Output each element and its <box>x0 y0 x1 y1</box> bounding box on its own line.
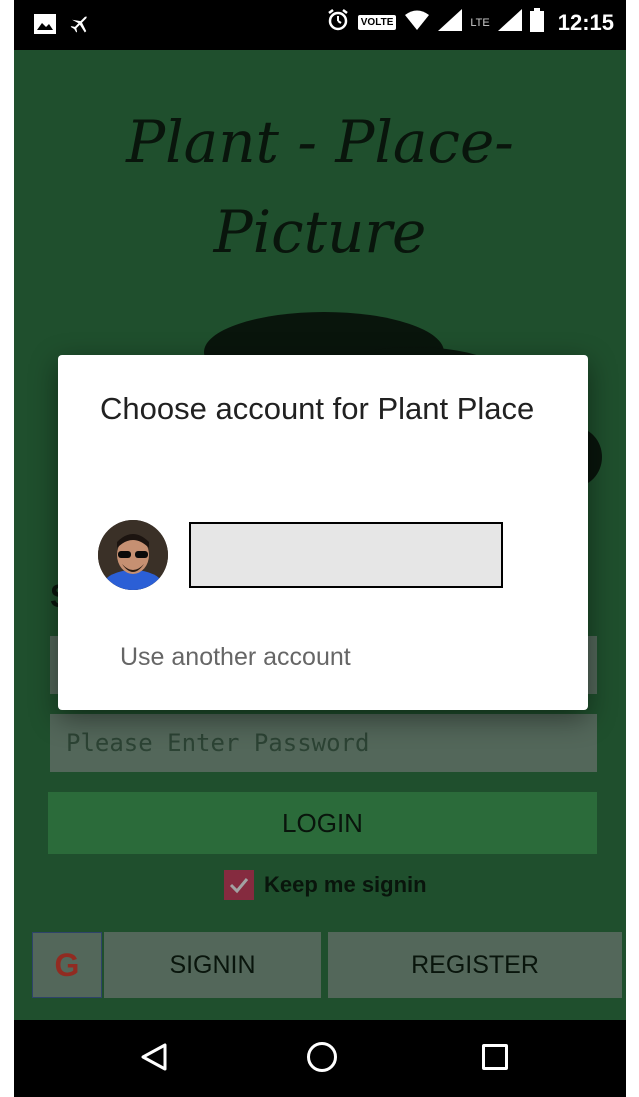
navigation-bar <box>14 1020 626 1097</box>
back-icon[interactable] <box>139 1042 169 1076</box>
volte-icon: VOLTE <box>357 15 397 30</box>
status-bar: VOLTE LTE 12:15 <box>14 0 626 50</box>
status-left-icons <box>34 12 94 40</box>
status-time: 12:15 <box>557 9 614 35</box>
airplane-icon <box>70 12 94 40</box>
signal-icon <box>438 9 463 36</box>
account-avatar[interactable] <box>98 520 168 590</box>
choose-account-dialog: Choose account for Plant Place Use anoth… <box>58 355 588 710</box>
lte-signal-icon <box>497 9 522 36</box>
dialog-title: Choose account for Plant Place <box>100 391 535 426</box>
battery-icon <box>529 8 544 37</box>
lte-label: LTE <box>470 16 490 29</box>
image-icon <box>34 14 56 38</box>
use-another-account-link[interactable]: Use another account <box>120 643 351 672</box>
alarm-icon <box>326 8 350 37</box>
home-icon[interactable] <box>307 1042 337 1072</box>
recents-icon[interactable] <box>482 1044 508 1070</box>
wifi-icon <box>404 9 430 36</box>
status-right-icons: VOLTE LTE 12:15 <box>326 8 614 37</box>
account-email-redacted[interactable] <box>189 522 503 588</box>
